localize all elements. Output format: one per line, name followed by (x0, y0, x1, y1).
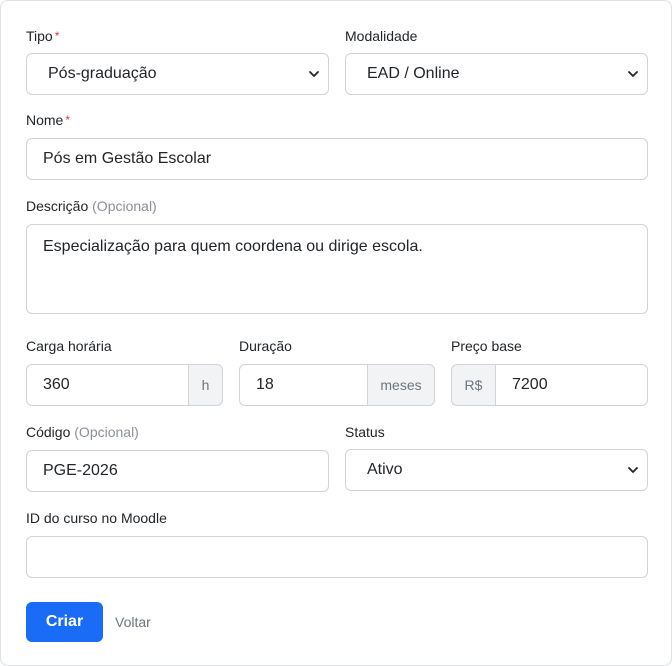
preco-base-input[interactable]: 7200 (495, 364, 648, 406)
duracao-unit: meses (368, 364, 435, 406)
codigo-label: Código (Opcional) (26, 423, 139, 441)
descricao-textarea-value: Especialização para quem coordena ou dir… (43, 238, 423, 255)
tipo-label-text: Tipo (26, 28, 53, 44)
tipo-select[interactable]: Pós-graduação (26, 53, 329, 95)
required-marker: * (65, 113, 71, 127)
course-form-card: Tipo * Pós-graduação Modalidade EAD / Onl… (0, 0, 672, 666)
moodle-id-input[interactable] (26, 536, 648, 578)
nome-label: Nome * (26, 111, 70, 129)
carga-horaria-group: 360 h (26, 364, 223, 406)
modalidade-select[interactable]: EAD / Online (345, 53, 648, 95)
codigo-label-text: Código (26, 424, 71, 440)
status-label: Status (345, 424, 385, 440)
nome-label-text: Nome (26, 112, 64, 128)
carga-horaria-unit: h (189, 364, 223, 406)
descricao-textarea[interactable]: Especialização para quem coordena ou dir… (26, 224, 648, 314)
preco-base-prefix: R$ (451, 364, 495, 406)
preco-base-group: R$ 7200 (451, 364, 648, 406)
descricao-label: Descrição (Opcional) (26, 197, 157, 215)
carga-horaria-label: Carga horária (26, 338, 112, 354)
chevron-down-icon (628, 71, 638, 77)
preco-base-label: Preço base (451, 338, 522, 354)
duracao-group: 18 meses (239, 364, 435, 406)
status-select[interactable]: Ativo (345, 449, 648, 491)
voltar-link[interactable]: Voltar (115, 614, 151, 630)
optional-hint: (Opcional) (74, 424, 139, 440)
duracao-label: Duração (239, 338, 292, 354)
nome-input-value: Pós em Gestão Escolar (43, 150, 212, 167)
tipo-select-value: Pós-graduação (48, 65, 157, 82)
codigo-input-value: PGE-2026 (43, 462, 118, 479)
chevron-down-icon (628, 467, 638, 473)
codigo-input[interactable]: PGE-2026 (26, 450, 329, 492)
carga-horaria-input[interactable]: 360 (26, 364, 189, 406)
modalidade-select-value: EAD / Online (367, 65, 460, 82)
duracao-value: 18 (256, 376, 274, 393)
chevron-down-icon (309, 71, 319, 77)
descricao-label-text: Descrição (26, 198, 89, 214)
carga-horaria-value: 360 (43, 376, 70, 393)
required-marker: * (54, 29, 60, 43)
criar-button[interactable]: Criar (26, 602, 103, 642)
preco-base-value: 7200 (512, 376, 548, 393)
nome-input[interactable]: Pós em Gestão Escolar (26, 138, 648, 180)
status-select-value: Ativo (367, 461, 403, 478)
moodle-id-label: ID do curso no Moodle (26, 510, 167, 526)
duracao-input[interactable]: 18 (239, 364, 368, 406)
modalidade-label: Modalidade (345, 28, 418, 44)
optional-hint: (Opcional) (92, 198, 157, 214)
tipo-label: Tipo * (26, 27, 59, 45)
